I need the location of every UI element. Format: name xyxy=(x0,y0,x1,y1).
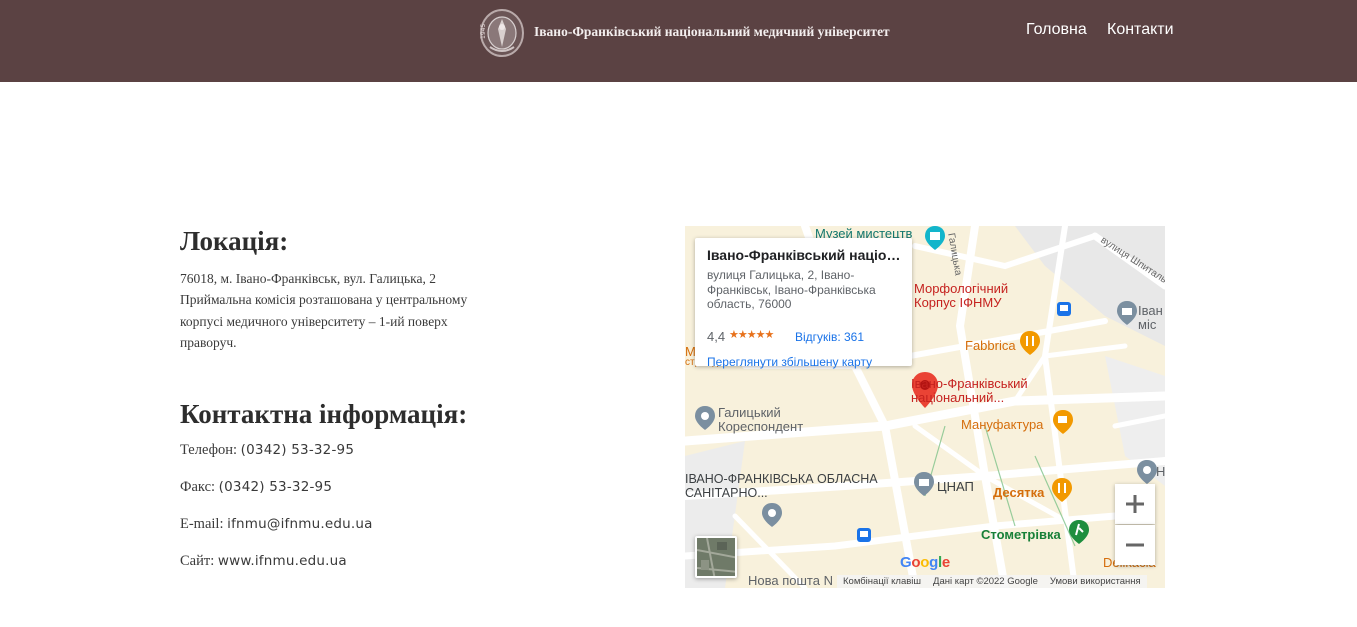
view-larger-map-link[interactable]: Переглянути збільшену карту xyxy=(707,355,872,369)
location-address: 76018, м. Івано-Франківськ, вул. Галицьк… xyxy=(180,268,500,353)
phone-value: (0342) 53-32-95 xyxy=(240,442,355,458)
fax-value: (0342) 53-32-95 xyxy=(218,479,333,495)
address-line: 76018, м. Івано-Франківськ, вул. Галицьк… xyxy=(180,271,436,286)
ivan-pin-icon[interactable] xyxy=(1117,301,1137,325)
contact-heading: Контактна інформація: xyxy=(180,399,468,429)
plus-icon xyxy=(1126,495,1144,513)
zoom-in-button[interactable] xyxy=(1115,484,1155,524)
location-heading: Локація: xyxy=(180,226,289,256)
site-header: 1945 Івано-Франківський національний мед… xyxy=(0,0,1357,82)
keyboard-shortcuts-link[interactable]: Комбінації клавіш xyxy=(843,576,921,587)
sanitary-pin-icon[interactable] xyxy=(762,503,782,527)
zoom-out-button[interactable] xyxy=(1115,525,1155,565)
halytskyi-pin-icon[interactable] xyxy=(695,406,715,430)
fax-row: Факс: (0342) 53-32-95 xyxy=(180,479,332,496)
info-card-title: Івано-Франківський націона... xyxy=(707,247,907,263)
reviews-link[interactable]: Відгуків: 361 xyxy=(795,330,864,344)
phone-row: Телефон: (0342) 53-32-95 xyxy=(180,442,354,459)
morph-building-label[interactable]: Морфологічний Корпус ІФНМУ xyxy=(914,282,1008,310)
bus-stop-icon[interactable] xyxy=(1057,302,1071,316)
map-footer: Комбінації клавіш Дані карт ©2022 Google… xyxy=(837,575,1147,588)
terms-of-use-link[interactable]: Умови використання xyxy=(1050,576,1141,587)
museum-pin-icon[interactable] xyxy=(925,226,945,250)
right-edge-pin-icon[interactable] xyxy=(1137,460,1157,484)
fabbrica-pin-icon[interactable] xyxy=(1020,331,1040,355)
site-label: Сайт: xyxy=(180,553,215,569)
stometrivka-label[interactable]: Стометрівка xyxy=(981,527,1061,542)
minus-icon xyxy=(1126,543,1144,547)
nav-home-link[interactable]: Головна xyxy=(1026,21,1087,39)
admission-note: Приймальна комісія розташована у централ… xyxy=(180,292,468,350)
rating-stars-icon: ★★★★★ xyxy=(729,329,774,341)
university-logo[interactable]: 1945 xyxy=(476,7,524,59)
google-logo: Google xyxy=(900,554,950,571)
map-info-card[interactable]: Івано-Франківський націона... вулиця Гал… xyxy=(695,238,912,369)
svg-text:1945: 1945 xyxy=(480,24,487,39)
site-title[interactable]: Івано-Франківський національний медичний… xyxy=(534,24,890,40)
cnap-pin-icon[interactable] xyxy=(914,472,934,496)
satellite-view-toggle[interactable] xyxy=(695,536,737,578)
info-card-address: вулиця Галицька, 2, Івано-Франківськ, Ів… xyxy=(707,268,876,311)
fax-label: Факс: xyxy=(180,479,216,495)
manufaktura-label[interactable]: Мануфактура xyxy=(961,417,1043,432)
email-label: E-mail: xyxy=(180,516,224,532)
phone-label: Телефон: xyxy=(180,442,238,458)
embedded-map[interactable]: Музей мистецтв ія Галицька вулиця Шпитал… xyxy=(685,226,1165,588)
email-value[interactable]: ifnmu@ifnmu.edu.ua xyxy=(227,516,372,532)
nav-contacts-link[interactable]: Контакти xyxy=(1107,21,1174,39)
site-row: Сайт: www.ifnmu.edu.ua xyxy=(180,553,347,570)
ifnmu-map-label[interactable]: Івано-Франківський національний... xyxy=(911,377,1028,405)
site-value[interactable]: www.ifnmu.edu.ua xyxy=(218,553,347,569)
desyatka-label[interactable]: Десятка xyxy=(993,485,1044,500)
email-row: E-mail: ifnmu@ifnmu.edu.ua xyxy=(180,516,373,533)
stometrivka-pin-icon[interactable] xyxy=(1069,520,1089,544)
h-cut-label: Н xyxy=(1156,464,1165,479)
halytskyi-label[interactable]: Галицький Кореспондент xyxy=(718,406,803,434)
nova-poshta-label[interactable]: Нова пошта N xyxy=(748,574,833,588)
cnap-label[interactable]: ЦНАП xyxy=(937,480,974,494)
sanitary-label[interactable]: ІВАНО-ФРАНКІВСЬКА ОБЛАСНА САНІТАРНО... xyxy=(685,472,878,500)
satellite-thumbnail-icon xyxy=(697,538,735,576)
bus-stop-icon[interactable] xyxy=(857,528,871,542)
map-data-attribution: Дані карт ©2022 Google xyxy=(933,576,1038,587)
google-logo-text: Google xyxy=(900,554,950,571)
ivan-label[interactable]: Іван міс xyxy=(1138,304,1163,332)
desyatka-pin-icon[interactable] xyxy=(1052,478,1072,502)
info-card-rating: 4,4 xyxy=(707,329,726,344)
manufaktura-pin-icon[interactable] xyxy=(1053,410,1073,434)
fabbrica-label[interactable]: Fabbrica xyxy=(965,338,1016,353)
